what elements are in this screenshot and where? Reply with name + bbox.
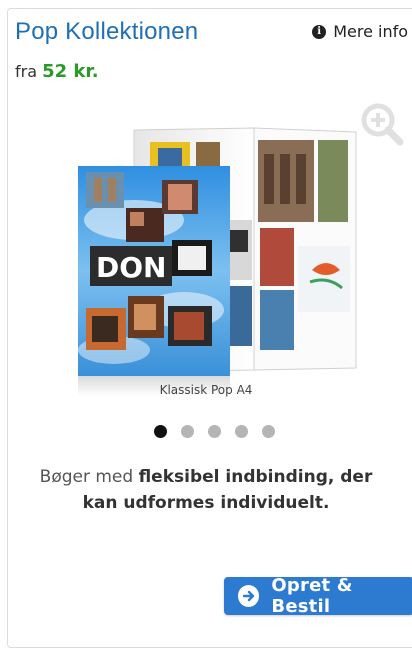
create-order-label: Opret & Bestil xyxy=(271,575,353,617)
price-amount: 52 kr. xyxy=(42,61,99,82)
price-prefix: fra xyxy=(15,62,38,81)
carousel-dot[interactable] xyxy=(208,425,221,438)
carousel-dot[interactable] xyxy=(154,425,167,438)
description-plain: Bøger med xyxy=(39,467,139,487)
image-caption: Klassisk Pop A4 xyxy=(159,383,253,397)
carousel-dots xyxy=(154,425,289,438)
price: fra 52 kr. xyxy=(15,61,99,82)
more-info-link[interactable]: i Mere info xyxy=(312,22,408,41)
create-order-button[interactable]: Opret & Bestil xyxy=(224,575,412,617)
carousel-dot[interactable] xyxy=(262,425,275,438)
arrow-right-circle-icon xyxy=(238,585,260,607)
carousel-dot[interactable] xyxy=(181,425,194,438)
product-title: Pop Kollektionen xyxy=(15,18,199,45)
product-description: Bøger med fleksibel indbinding, der kan … xyxy=(20,464,392,516)
book-cover-text: DON xyxy=(96,251,166,284)
more-info-label: Mere info xyxy=(333,22,408,41)
product-image[interactable]: DON xyxy=(74,120,364,400)
carousel-dot[interactable] xyxy=(235,425,248,438)
zoom-in-icon[interactable] xyxy=(358,100,406,152)
info-icon: i xyxy=(312,24,327,39)
